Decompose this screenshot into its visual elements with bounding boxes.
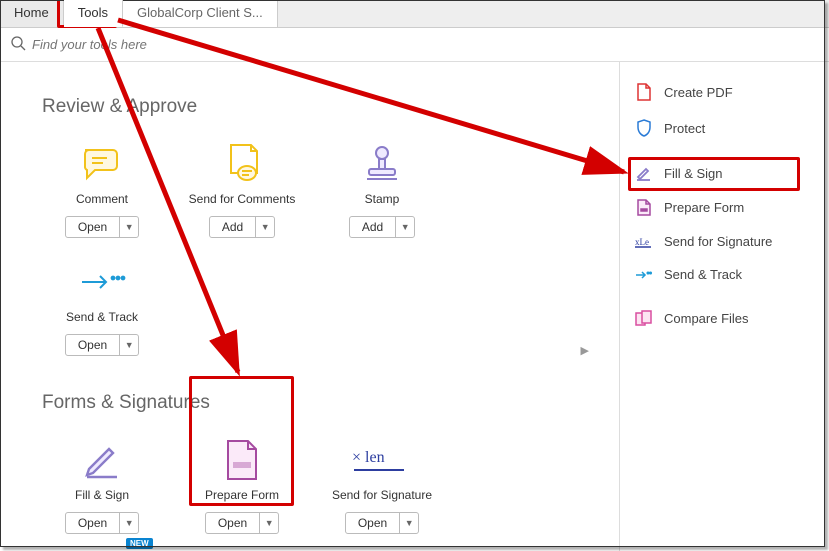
tool-label: Send for Comments — [172, 192, 312, 206]
prepare-form-open-button[interactable]: Open ▼ — [205, 512, 279, 534]
tool-label: Comment — [32, 192, 172, 206]
tool-fill-and-sign[interactable]: Fill & Sign Open ▼ — [32, 438, 172, 534]
sidebar-send-for-signature[interactable]: xLe Send for Signature — [620, 225, 829, 258]
tab-bar: Home Tools GlobalCorp Client S... — [0, 0, 829, 28]
dropdown-icon[interactable]: ▼ — [260, 513, 278, 533]
send-track-icon — [634, 270, 654, 280]
tool-label: Send & Track — [32, 310, 172, 324]
search-bar — [0, 28, 829, 62]
comment-icon — [32, 142, 172, 186]
tool-label: Prepare Form — [172, 488, 312, 502]
protect-icon — [634, 119, 654, 137]
prepare-form-icon — [634, 199, 654, 216]
stamp-icon — [312, 142, 452, 186]
search-input[interactable] — [32, 37, 332, 52]
sidebar-label: Prepare Form — [664, 200, 744, 215]
tab-document[interactable]: GlobalCorp Client S... — [123, 0, 278, 27]
send-comments-add-button[interactable]: Add ▼ — [209, 216, 275, 238]
dropdown-icon[interactable]: ▼ — [400, 513, 418, 533]
main-panel: Review & Approve Comment Open ▼ — [0, 62, 619, 551]
tool-prepare-form[interactable]: Prepare Form Open ▼ — [172, 438, 312, 534]
sidebar-prepare-form[interactable]: Prepare Form — [620, 190, 829, 225]
sidebar-label: Send & Track — [664, 267, 742, 282]
sidebar-compare-files[interactable]: Compare Files — [620, 301, 829, 335]
section-title-forms: Forms & Signatures — [42, 392, 589, 414]
dropdown-icon[interactable]: ▼ — [396, 217, 414, 237]
comment-open-button[interactable]: Open ▼ — [65, 216, 139, 238]
send-for-signature-icon: xLe — [634, 235, 654, 249]
search-icon — [10, 35, 26, 54]
stamp-add-button[interactable]: Add ▼ — [349, 216, 415, 238]
create-pdf-icon — [634, 83, 654, 101]
tool-label: Send for Signature — [312, 488, 452, 502]
tool-label: Fill & Sign — [32, 488, 172, 502]
dropdown-icon[interactable]: ▼ — [256, 217, 274, 237]
tool-comment[interactable]: Comment Open ▼ — [32, 142, 172, 238]
dropdown-icon[interactable]: ▼ — [120, 217, 138, 237]
tool-send-and-track[interactable]: Send & Track Open ▼ — [32, 260, 172, 356]
sidebar-send-and-track[interactable]: Send & Track — [620, 258, 829, 291]
tool-label: Stamp — [312, 192, 452, 206]
svg-text:× len: × len — [352, 449, 385, 466]
sidebar-label: Send for Signature — [664, 234, 772, 249]
sidebar-label: Protect — [664, 121, 705, 136]
dropdown-icon[interactable]: ▼ — [120, 513, 138, 533]
prepare-form-icon — [172, 438, 312, 482]
sidebar-label: Fill & Sign — [664, 166, 723, 181]
fill-sign-icon — [32, 438, 172, 482]
fill-sign-icon — [634, 165, 654, 181]
sidebar-label: Compare Files — [664, 311, 749, 326]
right-sidebar: Create PDF Protect Fill & Sign Prepare F… — [619, 62, 829, 551]
fill-sign-open-button[interactable]: Open ▼ — [65, 512, 139, 534]
svg-text:xLe: xLe — [635, 237, 649, 247]
tool-stamp[interactable]: Stamp Add ▼ — [312, 142, 452, 238]
sidebar-protect[interactable]: Protect — [620, 110, 829, 146]
new-badge: NEW — [126, 538, 153, 549]
section-title-review: Review & Approve — [42, 96, 589, 118]
tool-send-for-comments[interactable]: Send for Comments Add ▼ — [172, 142, 312, 238]
sidebar-create-pdf[interactable]: Create PDF — [620, 74, 829, 110]
dropdown-icon[interactable]: ▼ — [120, 335, 138, 355]
send-for-comments-icon — [172, 142, 312, 186]
send-for-signature-icon: × len — [312, 438, 452, 482]
compare-files-icon — [634, 310, 654, 326]
send-track-open-button[interactable]: Open ▼ — [65, 334, 139, 356]
send-signature-open-button[interactable]: Open ▼ — [345, 512, 419, 534]
tab-tools[interactable]: Tools — [64, 0, 123, 27]
sidebar-fill-sign[interactable]: Fill & Sign — [620, 156, 829, 190]
send-track-icon — [32, 260, 172, 304]
tool-send-for-signature[interactable]: × len Send for Signature Open ▼ — [312, 438, 452, 534]
scroll-right-icon[interactable]: ▶ — [581, 344, 589, 357]
tab-home[interactable]: Home — [0, 0, 64, 27]
sidebar-label: Create PDF — [664, 85, 733, 100]
